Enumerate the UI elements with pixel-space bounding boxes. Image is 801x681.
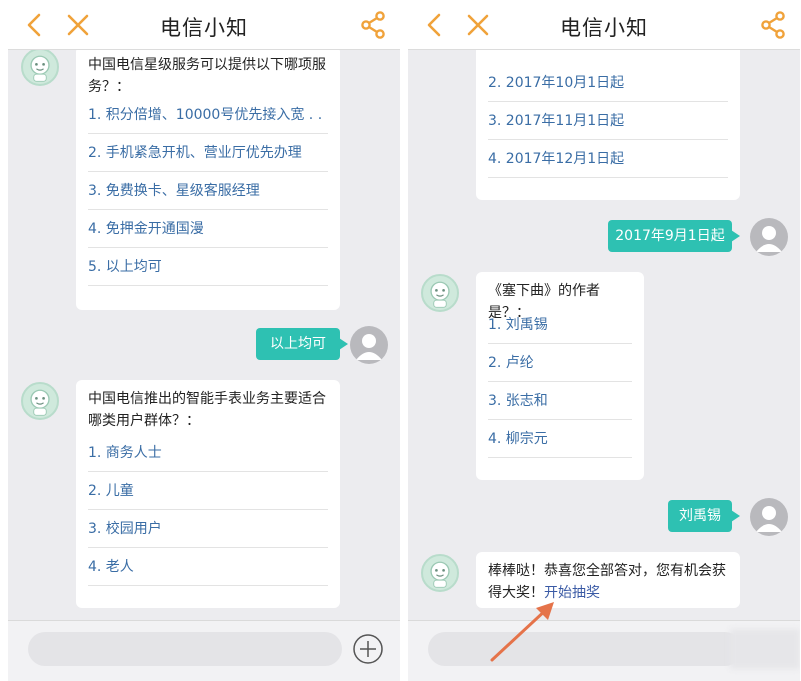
bot-avatar [421, 554, 459, 592]
option-item[interactable]: 2. 2017年10月1日起 [488, 64, 728, 102]
bot-avatar [421, 274, 459, 312]
user-reply-bubble: 2017年9月1日起 [608, 220, 740, 252]
option-item[interactable]: 5. 以上均可 [88, 248, 328, 286]
question-card: 中国电信星级服务可以提供以下哪项服务？： 1. 积分倍增、10000号优先接入宽… [76, 46, 340, 310]
user-silhouette-icon [756, 506, 782, 532]
question-card: 中国电信推出的智能手表业务主要适合哪类用户群体？： 1. 商务人士 2. 儿童 … [76, 380, 340, 608]
bot-mascot-icon [430, 281, 450, 308]
bot-mascot-icon [30, 389, 50, 416]
user-avatar [350, 326, 388, 364]
page-title: 电信小知 [560, 16, 648, 40]
input-bar [8, 620, 400, 681]
user-avatar [750, 218, 788, 256]
message-input[interactable] [28, 632, 342, 666]
option-item[interactable]: 3. 2017年11月1日起 [488, 102, 728, 140]
question-card: 《塞下曲》的作者是？： 1. 刘禹锡 2. 卢纶 3. 张志和 4. 柳宗元 [476, 272, 644, 480]
blurred-region [730, 629, 800, 669]
option-item[interactable]: 4. 免押金开通国漫 [88, 210, 328, 248]
user-reply-bubble: 刘禹锡 [668, 500, 740, 532]
share-icon[interactable] [760, 11, 786, 39]
share-icon[interactable] [360, 11, 386, 39]
option-item[interactable]: 4. 老人 [88, 548, 328, 586]
bot-mascot-icon [430, 561, 450, 588]
header-bar: 电信小知 [408, 0, 800, 50]
prize-text: 棒棒哒！恭喜您全部答对，您有机会获得大奖！ [488, 563, 726, 601]
option-item[interactable]: 1. 积分倍增、10000号优先接入宽 . . . [88, 96, 328, 161]
chat-screen-left: 电信小知 中国电信星级服务可以提供以下哪项服务？： 1. 积分倍增、10000号… [8, 0, 400, 681]
question-text: 中国电信推出的智能手表业务主要适合哪类用户群体？： [88, 391, 326, 429]
user-reply-bubble: 以上均可 [256, 328, 348, 360]
message-input[interactable] [428, 632, 742, 666]
bot-avatar [21, 48, 59, 86]
bot-avatar [21, 382, 59, 420]
plus-icon[interactable] [352, 633, 384, 665]
chat-screen-right: 2. 2017年10月1日起 3. 2017年11月1日起 4. 2017年12… [408, 0, 800, 681]
bot-mascot-icon [30, 55, 50, 82]
input-bar [408, 620, 800, 681]
option-item[interactable]: 2. 儿童 [88, 472, 328, 510]
option-item[interactable]: 3. 校园用户 [88, 510, 328, 548]
option-item[interactable]: 3. 张志和 [488, 382, 632, 420]
option-item[interactable]: 4. 2017年12月1日起 [488, 140, 728, 178]
annotation-arrow-icon [490, 602, 554, 662]
option-item[interactable]: 1. 刘禹锡 [488, 306, 632, 344]
question-text: 中国电信星级服务可以提供以下哪项服务？： [88, 57, 326, 95]
option-item[interactable]: 2. 手机紧急开机、营业厅优先办理 [88, 134, 328, 172]
user-silhouette-icon [356, 334, 382, 360]
page-title: 电信小知 [160, 16, 248, 40]
option-item[interactable]: 1. 商务人士 [88, 434, 328, 472]
user-avatar [750, 498, 788, 536]
option-item[interactable]: 4. 柳宗元 [488, 420, 632, 458]
header-bar: 电信小知 [8, 0, 400, 50]
user-silhouette-icon [756, 226, 782, 252]
option-item[interactable]: 2. 卢纶 [488, 344, 632, 382]
option-item[interactable]: 3. 免费换卡、星级客服经理 [88, 172, 328, 210]
